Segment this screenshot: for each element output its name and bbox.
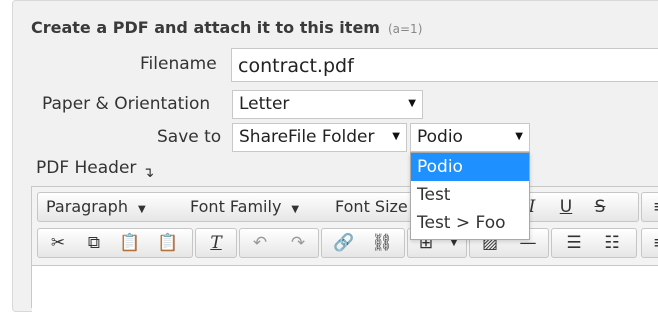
font-family-dropdown[interactable]: Font Family ▼ xyxy=(190,197,299,216)
format-dropdown-label: Paragraph xyxy=(46,197,128,216)
section-title: Create a PDF and attach it to this item (… xyxy=(31,18,422,37)
history-group: ↶ ↷ xyxy=(239,228,319,258)
underline-icon[interactable]: U xyxy=(550,194,582,220)
clear-format-group: T xyxy=(195,228,237,258)
paper-select[interactable]: Letter ▼ xyxy=(232,90,423,119)
paste-icon[interactable]: 📋 xyxy=(114,230,146,256)
list-group: ☰ ☷ xyxy=(551,228,637,258)
strikethrough-icon[interactable]: S xyxy=(584,194,616,220)
link-group: 🔗 ⛓ xyxy=(321,228,405,258)
font-size-dropdown[interactable]: Font Size xyxy=(335,197,408,216)
remove-format-icon[interactable]: T xyxy=(200,230,232,256)
copy-icon[interactable]: ⧉ xyxy=(78,230,110,256)
indent-icon[interactable]: ≡ xyxy=(644,230,658,256)
pdf-header-label: PDF Header ↴ xyxy=(36,158,155,181)
editor-content-area[interactable] xyxy=(32,265,658,316)
font-size-dropdown-label: Font Size xyxy=(335,197,408,216)
folder-select-value: ShareFile Folder xyxy=(239,127,375,147)
editor-toolbar-row-2: ✂ ⧉ 📋 📋 T ↶ ↷ 🔗 ⛓ ⊞ ▼ ▨ — ☰ ☷ ≡ xyxy=(37,228,658,260)
chevron-down-icon: ▼ xyxy=(137,204,146,215)
target-select[interactable]: Podio ▼ xyxy=(410,123,530,152)
folder-select[interactable]: ShareFile Folder ▼ xyxy=(232,123,407,152)
paper-select-value: Letter xyxy=(239,94,290,114)
link-icon[interactable]: 🔗 xyxy=(328,230,360,256)
numbered-list-icon[interactable]: ☷ xyxy=(596,230,628,256)
section-title-text: Create a PDF and attach it to this item xyxy=(31,18,380,37)
chevron-down-icon: ▼ xyxy=(291,204,300,215)
clipboard-group: ✂ ⧉ 📋 📋 xyxy=(37,228,193,258)
cut-icon[interactable]: ✂ xyxy=(42,230,74,256)
undo-icon[interactable]: ↶ xyxy=(244,230,276,256)
dropdown-option[interactable]: Test xyxy=(411,181,529,209)
align-left-icon[interactable]: ≡ xyxy=(644,194,658,220)
chevron-down-icon: ▼ xyxy=(392,131,400,142)
arrow-down-icon: ↴ xyxy=(142,165,155,181)
pdf-header-label-text: PDF Header xyxy=(36,158,137,178)
dropdown-option[interactable]: Podio xyxy=(411,153,529,181)
section-title-hint: (a=1) xyxy=(387,22,423,36)
format-dropdown[interactable]: Paragraph ▼ xyxy=(46,197,146,216)
editor-toolbar-row-1: Paragraph ▼ Font Family ▼ Font Size I U S … xyxy=(37,192,658,222)
font-family-dropdown-label: Font Family xyxy=(190,197,282,216)
target-dropdown: Podio Test Test > Foo xyxy=(410,152,530,240)
bullet-list-icon[interactable]: ☰ xyxy=(558,230,590,256)
dropdown-option[interactable]: Test > Foo xyxy=(411,209,529,237)
paper-label: Paper & Orientation xyxy=(42,94,211,114)
target-select-value: Podio xyxy=(417,127,463,147)
rich-text-editor: Paragraph ▼ Font Family ▼ Font Size I U S … xyxy=(31,186,658,316)
indent-group: ≡ xyxy=(641,228,658,258)
paste-text-icon[interactable]: 📋 xyxy=(152,230,184,256)
unlink-icon[interactable]: ⛓ xyxy=(366,230,398,256)
align-group: ≡ xyxy=(641,192,658,222)
redo-icon[interactable]: ↷ xyxy=(282,230,314,256)
chevron-down-icon: ▼ xyxy=(515,131,523,142)
filename-input[interactable]: contract.pdf xyxy=(231,48,658,82)
chevron-down-icon: ▼ xyxy=(408,98,416,109)
save-to-label: Save to xyxy=(157,127,222,147)
filename-label: Filename xyxy=(140,54,217,74)
